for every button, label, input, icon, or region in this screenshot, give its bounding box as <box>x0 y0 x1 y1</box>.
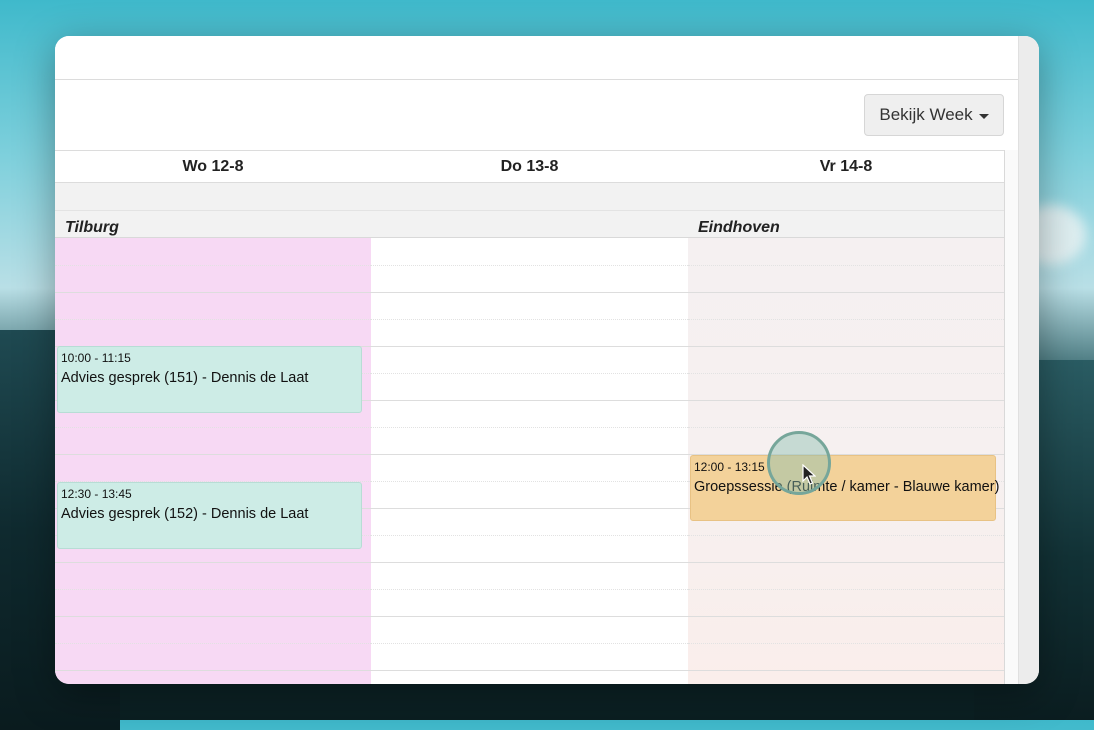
calendar-event[interactable]: 12:30 - 13:45 Advies gesprek (152) - Den… <box>57 482 362 549</box>
event-time: 12:00 - 13:15 <box>694 460 765 474</box>
all-day-row[interactable] <box>371 183 688 238</box>
all-day-row[interactable]: Tilburg <box>55 183 371 238</box>
view-week-dropdown-button[interactable]: Bekijk Week <box>864 94 1004 136</box>
day-header[interactable]: Vr 14-8 <box>688 150 1004 183</box>
day-column-wednesday: Wo 12-8 Tilburg 10:00 - 11:15 Advies ges… <box>55 150 372 684</box>
top-bar <box>55 36 1019 80</box>
event-title: Groepssessie (Ruimte / kamer - Blauwe ka… <box>694 479 1000 495</box>
all-day-row[interactable]: Eindhoven <box>688 183 1004 238</box>
event-title: Advies gesprek (151) - Dennis de Laat <box>61 370 309 386</box>
day-column-friday: Vr 14-8 Eindhoven 12:00 - 13:15 Groepsse… <box>688 150 1005 684</box>
event-time: 10:00 - 11:15 <box>61 351 131 365</box>
vertical-scrollbar[interactable] <box>1018 36 1039 684</box>
day-column-thursday: Do 13-8 <box>371 150 689 684</box>
event-title: Advies gesprek (152) - Dennis de Laat <box>61 506 309 522</box>
calendar-event[interactable]: 12:00 - 13:15 Groepssessie (Ruimte / kam… <box>690 455 1000 521</box>
day-body[interactable]: 12:00 - 13:15 Groepssessie (Ruimte / kam… <box>688 238 1004 684</box>
calendar-toolbar: Bekijk Week <box>55 80 1019 150</box>
location-label: Eindhoven <box>698 219 780 236</box>
location-label: Tilburg <box>65 219 119 236</box>
calendar-event[interactable]: 10:00 - 11:15 Advies gesprek (151) - Den… <box>57 346 362 413</box>
event-time: 12:30 - 13:45 <box>61 487 132 501</box>
click-indicator <box>767 431 831 495</box>
day-body[interactable]: 10:00 - 11:15 Advies gesprek (151) - Den… <box>55 238 371 684</box>
day-body[interactable] <box>371 238 688 684</box>
day-header[interactable]: Wo 12-8 <box>55 150 371 183</box>
calendar-window: Bekijk Week Wo 12-8 Tilburg 10:00 - 11:1… <box>55 36 1039 684</box>
view-week-label: Bekijk Week <box>879 105 973 124</box>
caret-down-icon <box>978 113 989 119</box>
day-header[interactable]: Do 13-8 <box>371 150 688 183</box>
week-calendar: Wo 12-8 Tilburg 10:00 - 11:15 Advies ges… <box>55 150 1005 684</box>
mouse-pointer-icon <box>802 464 816 485</box>
